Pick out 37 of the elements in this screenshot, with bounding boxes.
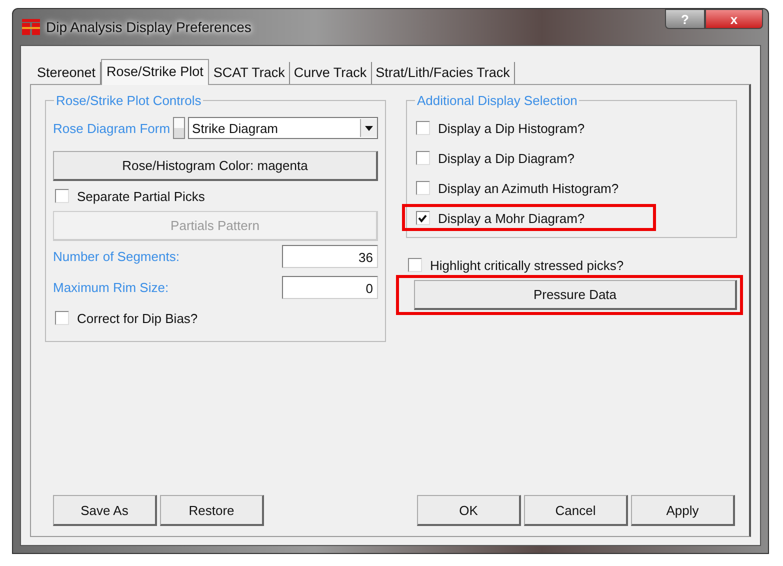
tab[interactable]: Rose/Strike Plot — [100, 59, 210, 85]
checkbox-label: Highlight critically stressed picks? — [430, 258, 624, 272]
checkbox[interactable] — [416, 181, 430, 195]
checkbox-label: Display an Azimuth Histogram? — [438, 180, 619, 196]
button[interactable]: Rose/Histogram Color: magenta — [53, 151, 378, 181]
pressure-data-button[interactable]: Pressure Data — [414, 280, 737, 310]
button[interactable]: Save As — [53, 495, 157, 526]
checkbox-label: Correct for Dip Bias? — [77, 310, 198, 326]
close-button[interactable]: x — [705, 9, 763, 29]
field-label: Maximum Rim Size: — [53, 280, 169, 295]
group-title: Additional Display Selection — [414, 93, 580, 108]
checkbox[interactable] — [408, 258, 422, 272]
input-field[interactable]: 36 — [282, 245, 378, 268]
app-icon — [22, 19, 40, 35]
checkbox[interactable] — [416, 121, 430, 135]
checkbox[interactable] — [416, 151, 430, 165]
field-label: Number of Segments: — [53, 249, 180, 264]
checkbox-label: Display a Dip Diagram? — [438, 150, 575, 166]
checkbox[interactable] — [416, 211, 430, 225]
spinner-icon[interactable] — [173, 117, 186, 139]
checkbox-label: Separate Partial Picks — [77, 188, 205, 204]
field-label: Rose Diagram Form — [53, 120, 170, 136]
checkbox-label: Display a Dip Histogram? — [438, 120, 585, 136]
dropdown[interactable]: Strike Diagram — [188, 117, 378, 139]
button[interactable]: OK — [417, 495, 521, 526]
button[interactable]: Apply — [631, 495, 735, 526]
checkbox-label: Display a Mohr Diagram? — [438, 210, 585, 226]
checkbox[interactable] — [55, 189, 69, 203]
button[interactable]: Cancel — [524, 495, 628, 526]
input-field[interactable]: 0 — [282, 276, 378, 299]
tab[interactable]: SCAT Track — [209, 62, 290, 84]
tab[interactable]: Curve Track — [290, 62, 372, 84]
window-title: Dip Analysis Display Preferences — [46, 19, 252, 35]
checkbox[interactable] — [55, 311, 69, 325]
tab[interactable]: Strat/Lith/Facies Track — [372, 62, 515, 84]
button[interactable]: Restore — [160, 495, 264, 526]
group-title: Rose/Strike Plot Controls — [54, 93, 204, 108]
